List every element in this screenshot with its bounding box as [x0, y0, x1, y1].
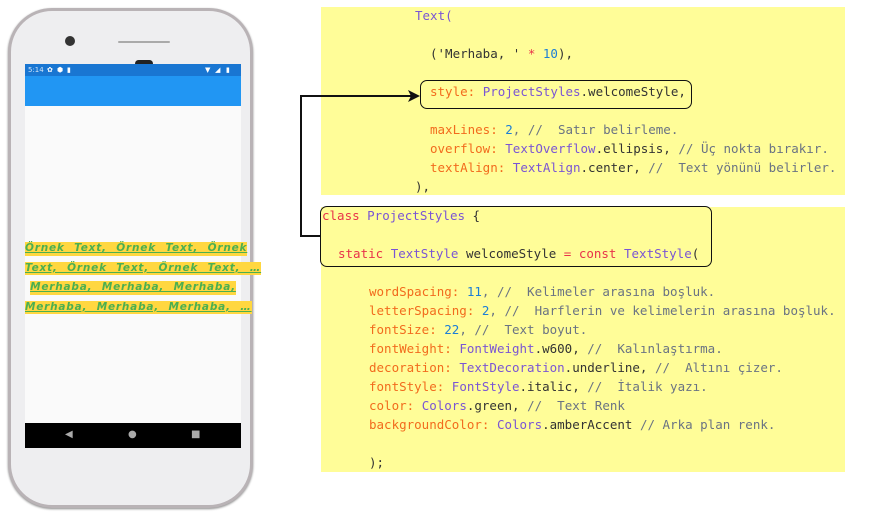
- connector-arrow: [300, 90, 420, 237]
- arrow-line: [300, 95, 412, 237]
